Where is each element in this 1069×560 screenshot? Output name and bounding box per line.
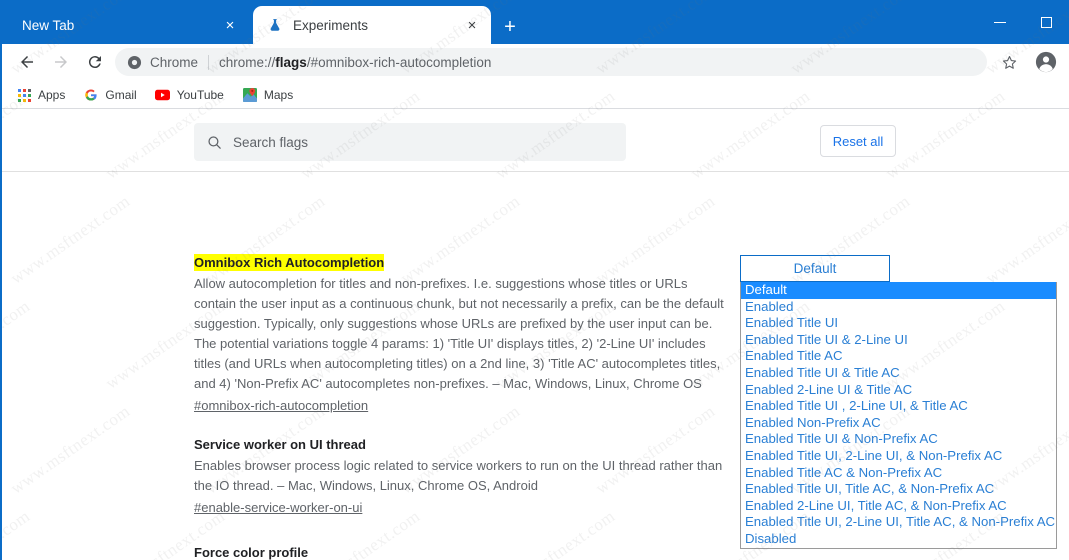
maximize-button[interactable] [1023,0,1069,44]
dropdown-option[interactable]: Enabled Title UI & Title AC [741,365,1056,382]
flags-list: Omnibox Rich Autocompletion Allow autoco… [0,172,1069,560]
dropdown-option[interactable]: Enabled Non-Prefix AC [741,415,1056,432]
url-prefix: chrome:// [219,54,276,70]
flag-item: Service worker on UI thread Enables brow… [194,436,730,517]
tab-strip: New Tab × Experiments × + [0,0,1069,44]
dropdown-option[interactable]: Enabled Title UI, 2-Line UI, & Non-Prefi… [741,448,1056,465]
dropdown-option[interactable]: Enabled [741,299,1056,316]
flag-description: Allow autocompletion for titles and non-… [194,276,724,391]
bookmark-maps[interactable]: Maps [238,85,301,105]
dropdown-option[interactable]: Disabled [741,531,1056,548]
tab-new-tab[interactable]: New Tab × [4,6,249,44]
bookmark-label: Maps [263,88,294,102]
flag-item: Omnibox Rich Autocompletion Allow autoco… [194,254,730,415]
flag-description: Enables browser process logic related to… [194,458,723,493]
dropdown-option[interactable]: Enabled Title UI & Non-Prefix AC [741,431,1056,448]
flag-title-wrap: Omnibox Rich Autocompletion [194,254,730,274]
chrome-logo-icon [127,55,142,70]
dropdown-option[interactable]: Enabled Title UI , 2-Line UI, & Title AC [741,398,1056,415]
omnibox-chip-label: Chrome [150,54,199,70]
bookmark-youtube[interactable]: YouTube [151,85,232,105]
youtube-icon [155,87,171,103]
flag-title: Omnibox Rich Autocompletion [194,254,385,271]
search-placeholder: Search flags [233,134,309,150]
bookmark-apps[interactable]: Apps [12,85,73,105]
omnibox-divider [208,54,210,70]
flag-option-dropdown-list[interactable]: Default Enabled Enabled Title UI Enabled… [740,282,1057,549]
address-bar[interactable]: Chrome chrome://flags/#omnibox-rich-auto… [115,48,987,76]
url-suffix: /#omnibox-rich-autocompletion [306,54,492,70]
flag-option-select[interactable]: Default [740,255,890,282]
dropdown-option[interactable]: Default [741,282,1056,299]
reload-button[interactable] [78,45,112,79]
reset-all-button[interactable]: Reset all [820,125,896,157]
flags-page-header: Search flags [0,109,1069,172]
flask-icon [267,17,283,33]
bookmarks-bar: Apps Gmail YouTube Maps [0,82,1069,108]
dropdown-option[interactable]: Enabled Title UI, 2-Line UI, Title AC, &… [741,514,1056,531]
tab-close-icon[interactable]: × [217,12,243,38]
minimize-button[interactable] [977,0,1023,44]
gmail-icon [83,87,99,103]
browser-window: New Tab × Experiments × + Chrome chrome:… [0,0,1069,560]
flag-item: Force color profile Forces Chrome to use… [194,544,730,560]
dropdown-option[interactable]: Enabled 2-Line UI, Title AC, & Non-Prefi… [741,498,1056,515]
tab-experiments[interactable]: Experiments × [253,6,491,44]
tab-close-icon[interactable]: × [459,12,485,38]
select-value: Default [793,261,837,276]
omnibox-url: chrome://flags/#omnibox-rich-autocomplet… [219,55,491,70]
flag-anchor-link[interactable]: #enable-service-worker-on-ui [194,500,362,515]
search-input[interactable]: Search flags [194,123,626,161]
tab-title: New Tab [22,17,75,33]
url-bold-part: flags [275,54,307,70]
back-button[interactable] [10,45,44,79]
bookmark-label: Gmail [105,88,137,102]
dropdown-option[interactable]: Enabled 2-Line UI & Title AC [741,382,1056,399]
tab-title: Experiments [293,17,369,33]
profile-avatar-icon[interactable] [1033,49,1059,75]
window-controls [977,0,1069,44]
search-icon [206,134,223,151]
maps-icon [242,87,258,103]
dropdown-option[interactable]: Enabled Title AC [741,348,1056,365]
dropdown-option[interactable]: Enabled Title AC & Non-Prefix AC [741,465,1056,482]
bookmark-label: YouTube [176,88,224,102]
flag-title: Service worker on UI thread [194,437,366,452]
bookmark-label: Apps [38,88,66,102]
bookmark-star-icon[interactable] [997,50,1021,74]
apps-grid-icon [16,87,32,103]
forward-button [44,45,78,79]
new-tab-button[interactable]: + [497,14,523,40]
bookmark-gmail[interactable]: Gmail [79,85,144,105]
window-left-border [0,44,2,560]
dropdown-option[interactable]: Enabled Title UI, Title AC, & Non-Prefix… [741,481,1056,498]
flag-title-wrap: Service worker on UI thread [194,436,730,456]
dropdown-option[interactable]: Enabled Title UI & 2-Line UI [741,332,1056,349]
dropdown-option[interactable]: Enabled Title UI [741,315,1056,332]
flag-title: Force color profile [194,545,309,560]
flag-title-wrap: Force color profile [194,544,730,560]
flag-anchor-link[interactable]: #omnibox-rich-autocompletion [194,398,368,413]
